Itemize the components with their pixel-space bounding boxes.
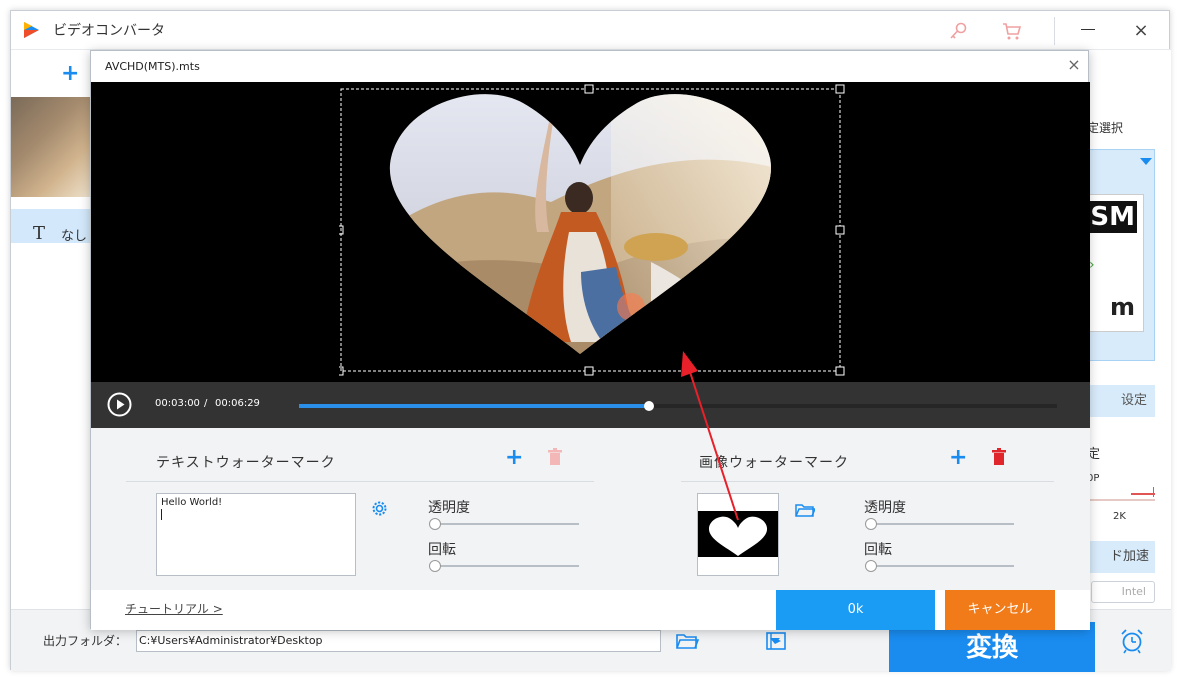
close-icon[interactable]: × [1131,21,1151,41]
output-path-text: C:¥Users¥Administrator¥Desktop [139,634,323,647]
progress-thumb[interactable] [644,401,655,411]
app-logo-icon [24,22,39,38]
text-opacity-label: 透明度 [428,500,470,516]
format-card[interactable]: SM › m [1088,194,1144,332]
add-text-watermark-plus-icon[interactable]: + [505,447,523,469]
format-card-top: SM [1089,201,1137,233]
play-icon[interactable] [107,392,132,417]
text-rotation-knob[interactable] [429,560,441,572]
app-title: ビデオコンバータ [53,23,165,39]
progress-bar[interactable] [299,401,1057,411]
watermark-settings: テキストウォーターマーク + Hello World! 透明度 回転 画像ウォー… [91,428,1090,590]
cart-icon[interactable] [1001,20,1023,42]
image-opacity-slider[interactable] [865,518,1014,530]
format-card-bottom: m [1109,293,1135,321]
quality-slider-fill [1131,493,1155,495]
quality-max-label: 2K [1113,511,1126,522]
titlebar-separator [1054,17,1055,45]
text-opacity-knob[interactable] [429,518,441,530]
total-time: 00:06:29 [215,398,260,409]
heart-mask-image [698,511,778,557]
ok-button[interactable]: 0k [776,590,935,630]
add-image-watermark-plus-icon[interactable]: + [949,447,967,469]
folder-icon[interactable] [675,630,699,652]
file-list-panel: T なし [11,97,91,609]
image-rotation-slider[interactable] [865,560,1014,572]
minimize-icon[interactable] [1081,29,1095,30]
divider [681,481,1054,482]
progress-fill [299,404,650,408]
current-time: 00:03:00 [155,398,200,409]
key-icon[interactable] [947,20,969,42]
format-select-label: 定選択 [1087,121,1124,135]
video-preview[interactable] [91,82,1090,382]
settings-button[interactable]: 设定 [1087,385,1155,417]
image-opacity-knob[interactable] [865,518,877,530]
subtitle-value: なし [61,229,88,244]
player-controls: 00:03:00 / 00:06:29 [91,382,1090,428]
chevron-down-icon [1140,158,1152,165]
watermark-text-value: Hello World! [161,497,223,508]
text-rotation-slider[interactable] [429,560,579,572]
dialog-close-icon[interactable]: × [1065,56,1083,74]
gear-icon[interactable] [371,500,388,517]
folder-icon[interactable] [795,502,815,518]
image-rotation-knob[interactable] [865,560,877,572]
video-frame [339,84,845,376]
time-separator: / [204,398,208,409]
watermark-text-input[interactable]: Hello World! [156,493,356,576]
dialog-title: AVCHD(MTS).mts [105,60,200,73]
video-thumbnail[interactable] [11,97,91,197]
dialog-footer: チュートリアル > 0k キャンセル [91,590,1090,630]
watermark-image-preview[interactable] [697,493,779,576]
divider [126,481,594,482]
trash-icon[interactable] [991,448,1007,466]
title-bar: ビデオコンバータ × [11,11,1169,49]
video-edit-icon[interactable] [765,630,789,652]
text-caret [161,509,162,520]
image-watermark-heading: 画像ウォーターマーク [699,455,849,471]
format-selector[interactable]: SM › m [1087,149,1155,361]
image-opacity-label: 透明度 [864,500,906,516]
quality-slider-handle[interactable] [1153,487,1154,497]
output-folder-label: 出力フォルダ： [43,634,128,648]
tutorial-link[interactable]: チュートリアル > [125,600,223,617]
text-opacity-slider[interactable] [429,518,579,530]
text-t-icon: T [33,223,46,244]
cancel-button[interactable]: キャンセル [945,590,1055,630]
watermark-dialog: AVCHD(MTS).mts × 00:03:00 / 00:06:29 テキス… [90,50,1090,630]
image-rotation-label: 回転 [864,542,892,558]
trash-icon[interactable] [547,448,563,466]
alarm-clock-icon[interactable] [1119,628,1145,654]
intel-toggle[interactable]: Intel [1091,581,1155,603]
output-folder-field[interactable]: C:¥Users¥Administrator¥Desktop [136,630,780,652]
quality-slider-track[interactable] [1087,499,1155,501]
text-watermark-heading: テキストウォーターマーク [156,455,336,471]
right-settings-panel: 定選択 SM › m 设定 定 0P 2K ド加速 Intel [1087,97,1171,609]
text-rotation-label: 回転 [428,542,456,558]
add-file-plus-icon[interactable]: + [61,63,79,85]
hardware-accel-button[interactable]: ド加速 [1087,541,1155,573]
